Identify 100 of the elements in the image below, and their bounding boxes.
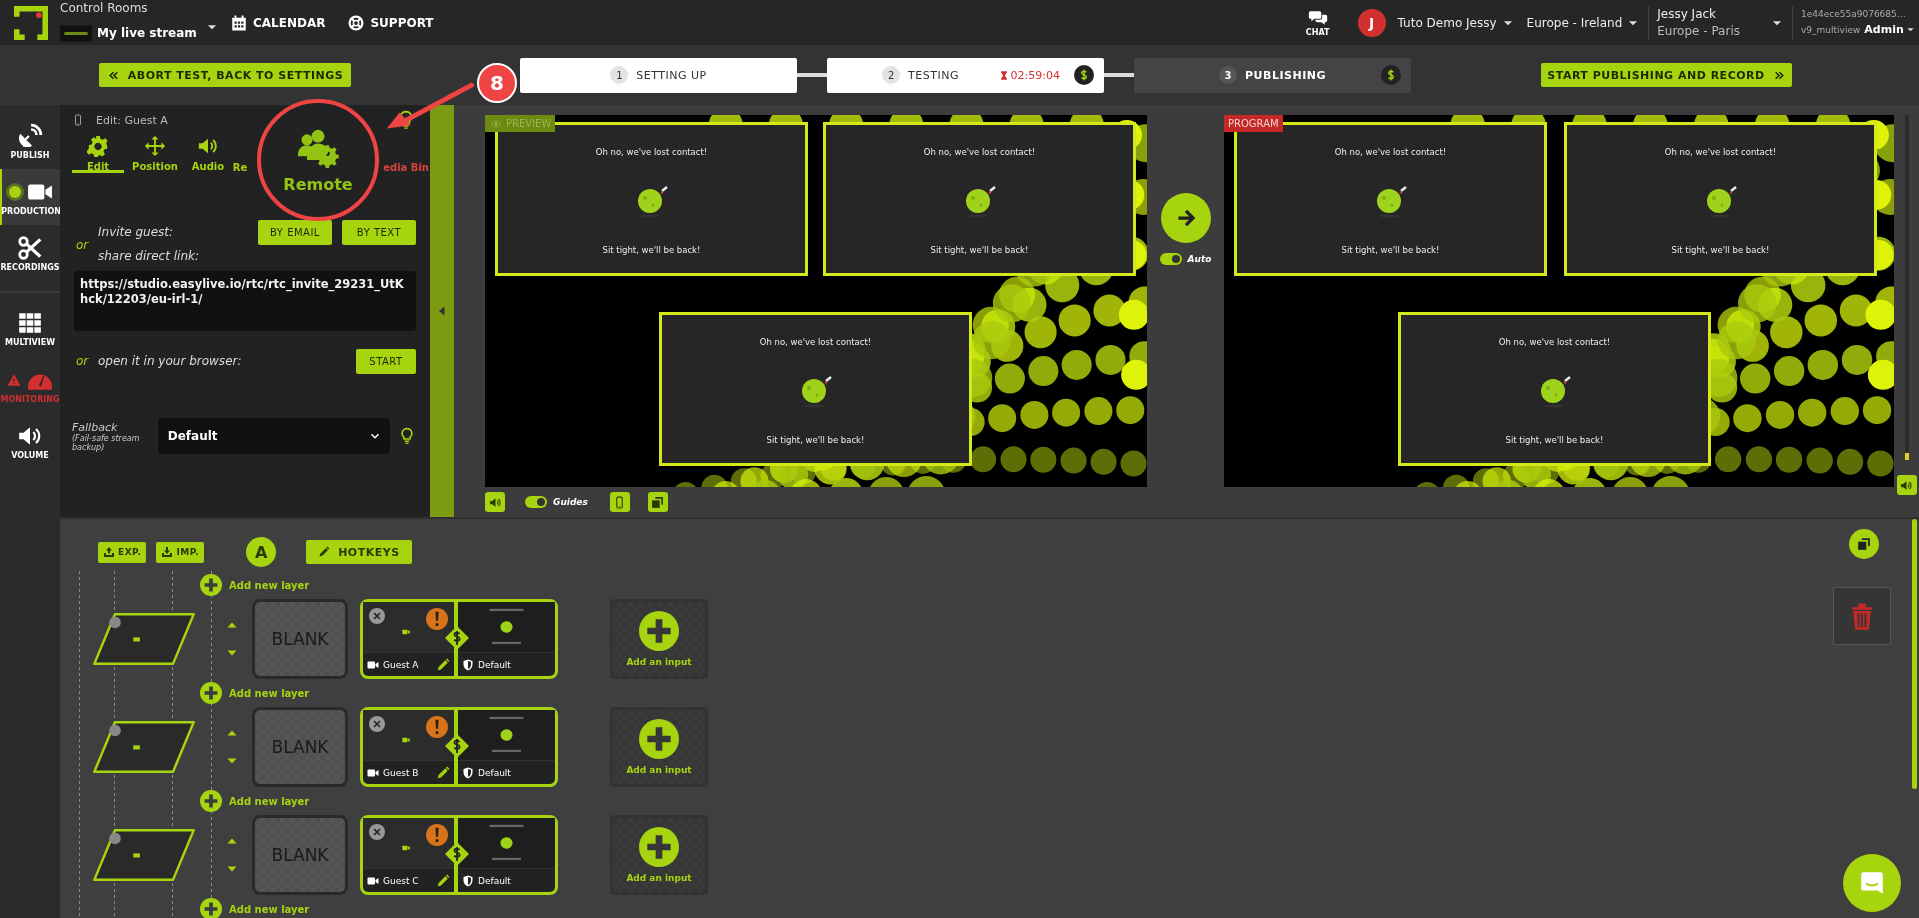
scene-letter-button[interactable]: A xyxy=(246,537,277,567)
plus-icon xyxy=(200,790,222,812)
scene-subtitle: Sit tight, we'll be back! xyxy=(1341,245,1440,255)
import-button[interactable]: IMP. xyxy=(156,541,205,563)
close-icon[interactable] xyxy=(369,608,385,624)
editor-tab[interactable]: Audio xyxy=(186,135,230,173)
region-dropdown[interactable]: Europe - Ireland xyxy=(1526,15,1641,30)
auto-label: Auto xyxy=(1187,254,1212,264)
sidebar-item[interactable]: PRODUCTION xyxy=(0,169,60,225)
fallback-select[interactable]: Default xyxy=(157,418,390,454)
plus-icon xyxy=(639,611,679,651)
chat-bubble-icon xyxy=(1859,870,1885,896)
link-field[interactable]: https://studio.easylive.io/rtc/rtc_invite_29231_UtKhck/12203/eu-irl-1/ xyxy=(74,271,416,331)
close-icon[interactable] xyxy=(369,716,385,732)
nav-link[interactable]: CALENDAR xyxy=(230,13,326,32)
copy-button[interactable] xyxy=(1849,529,1879,559)
step-tab[interactable]: 3 PUBLISHING xyxy=(1134,57,1411,93)
guides-label: Guides xyxy=(553,497,588,507)
hotkeys-button[interactable]: HOTKEYS xyxy=(306,540,412,564)
phone-button[interactable] xyxy=(609,492,630,512)
role-dropdown[interactable]: Admin xyxy=(1864,23,1916,36)
start-publishing-button[interactable]: START PUBLISHING AND RECORD xyxy=(1541,63,1792,87)
user-dropdown[interactable]: Jessy Jack Europe - Paris xyxy=(1657,5,1784,40)
move-arrows-icon xyxy=(144,135,166,157)
editor-tab[interactable]: Position xyxy=(126,135,184,173)
speaker-button[interactable] xyxy=(1896,475,1917,495)
back-button[interactable]: ABORT TEST, BACK TO SETTINGS xyxy=(99,63,351,87)
input-card[interactable]: Guest A Default xyxy=(360,599,558,679)
pencil-icon[interactable] xyxy=(436,765,450,780)
add-input-button[interactable]: Add an input xyxy=(610,815,708,895)
avatar[interactable]: J xyxy=(1357,8,1386,37)
speaker-button[interactable] xyxy=(485,492,505,512)
add-layer-button[interactable]: Add new layer xyxy=(200,787,1919,815)
copy-icon xyxy=(651,495,665,509)
pencil-icon[interactable] xyxy=(436,873,450,888)
scene-subtitle: Sit tight, we'll be back! xyxy=(1671,245,1770,255)
guides-toggle[interactable] xyxy=(525,496,547,508)
video-camera-icon xyxy=(401,628,410,636)
add-input-button[interactable]: Add an input xyxy=(610,707,708,787)
editor-tab[interactable]: Re xyxy=(232,135,248,173)
input-name: Guest C xyxy=(383,875,420,886)
chat-label: CHAT xyxy=(1305,28,1330,37)
source-name: Default xyxy=(478,659,512,670)
warning-icon xyxy=(7,372,21,387)
sidebar-item[interactable]: PUBLISH xyxy=(0,113,60,169)
browser-label: open it in your browser: xyxy=(98,354,243,368)
fallback-hint: (Fail-safe stream backup) xyxy=(72,433,141,452)
add-layer-button[interactable]: Add new layer xyxy=(200,895,1919,918)
stream-name[interactable]: My live stream xyxy=(97,26,197,40)
pencil-icon[interactable] xyxy=(436,657,450,672)
chat-button[interactable]: CHAT xyxy=(1297,8,1338,37)
scene-title: Oh no, we've lost contact! xyxy=(1498,337,1611,347)
phone-icon xyxy=(72,113,84,127)
input-card[interactable]: Guest C Default xyxy=(360,815,558,895)
sidebar-item[interactable]: RECORDINGS xyxy=(0,225,60,281)
share-link-label: share direct link: xyxy=(98,249,200,263)
by-email-button[interactable]: BY EMAIL xyxy=(258,219,332,245)
step-number: 3 xyxy=(1219,66,1238,84)
editor-tab[interactable]: edia Bin xyxy=(383,135,429,173)
scissors-icon xyxy=(17,234,43,261)
add-layer-button[interactable]: Add new layer xyxy=(200,679,1919,707)
start-button[interactable]: START xyxy=(356,348,416,374)
timer: 02:59:04 xyxy=(1010,68,1060,82)
scene-title: Oh no, we've lost contact! xyxy=(1334,147,1447,157)
invite-label: Invite guest: xyxy=(98,225,175,239)
by-text-button[interactable]: BY TEXT xyxy=(342,219,416,245)
volume-slider[interactable] xyxy=(1904,115,1909,460)
step-tab[interactable]: 2 TESTING 02:59:04 xyxy=(827,57,1104,93)
version-label: v9_multiview xyxy=(1801,24,1861,35)
sidebar-item[interactable]: VOLUME xyxy=(0,413,60,469)
copy-icon xyxy=(1857,537,1871,551)
copy-button[interactable] xyxy=(647,492,668,512)
close-icon[interactable] xyxy=(369,824,385,840)
eye-icon xyxy=(489,118,503,129)
add-input-button[interactable]: Add an input xyxy=(610,599,708,679)
or-label: or xyxy=(75,238,90,252)
collapse-handle[interactable] xyxy=(430,105,454,517)
scrollbar[interactable] xyxy=(1912,519,1917,789)
input-name: Guest B xyxy=(383,767,420,778)
step-tab[interactable]: 1 SETTING UP xyxy=(520,57,797,93)
app-logo[interactable] xyxy=(12,3,50,42)
scene-subtitle: Sit tight, we'll be back! xyxy=(930,245,1029,255)
editor-tab[interactable]: Edit xyxy=(72,135,124,173)
scene-title: Oh no, we've lost contact! xyxy=(1664,147,1777,157)
nav-link[interactable]: SUPPORT xyxy=(347,13,434,32)
speaker-icon xyxy=(1900,478,1913,492)
auto-toggle[interactable] xyxy=(1159,253,1182,265)
input-card[interactable]: Guest B Default xyxy=(360,707,558,787)
add-layer-button[interactable]: Add new layer xyxy=(200,571,1919,599)
panel-title: Edit: Guest A xyxy=(96,113,168,127)
export-button[interactable]: EXP. xyxy=(98,541,147,563)
account-dropdown[interactable]: Tuto Demo Jessy xyxy=(1397,15,1515,30)
active-dot xyxy=(9,185,21,198)
input-name: Guest A xyxy=(383,659,420,670)
stream-logo-thumbnail xyxy=(60,24,92,42)
lightbulb-icon[interactable] xyxy=(398,426,416,446)
take-button[interactable] xyxy=(1160,193,1211,243)
calendar-icon xyxy=(230,13,248,32)
video-camera-icon xyxy=(401,844,410,852)
program-label: PROGRAM xyxy=(1224,115,1283,132)
